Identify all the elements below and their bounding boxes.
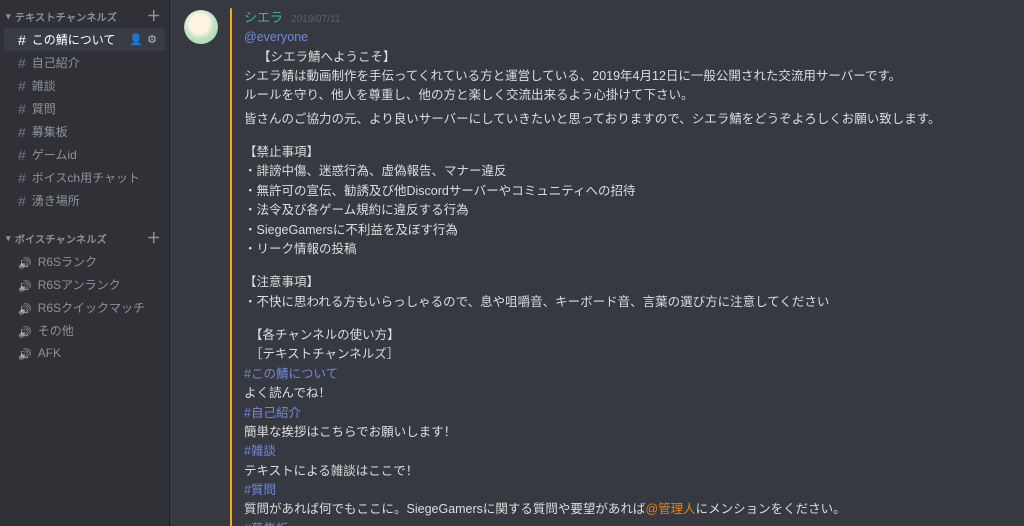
- usage-title: 【各チャンネルの使い方】: [244, 326, 1008, 345]
- chevron-down-icon: ▾: [6, 233, 11, 244]
- chevron-down-icon: ▾: [6, 11, 11, 22]
- text-channel-konosaba[interactable]: # この鯖について 👤 ⚙: [4, 28, 165, 51]
- speaker-icon: [18, 300, 32, 316]
- channel-label: R6Sランク: [38, 253, 97, 270]
- channel-desc: 簡単な挨拶はこちらでお願いします！: [244, 423, 1008, 442]
- note-item: ・不快に思われる方もいらっしゃるので、息や咀嚼音、キーボード音、言葉の選び方に注…: [244, 293, 1008, 312]
- welcome-line: 皆さんのご協力の元、より良いサーバーにしていきたいと思っておりますので、シエラ鯖…: [244, 110, 1008, 129]
- message-timestamp: 2019/07/11: [291, 12, 340, 28]
- channel-label: 雑談: [32, 77, 56, 94]
- usage-subtitle: ［テキストチャンネルズ］: [244, 345, 1008, 364]
- voice-channel-r6s-quick[interactable]: R6Sクイックマッチ: [4, 296, 165, 319]
- channel-label: 湧き場所: [32, 192, 80, 209]
- channel-label: ゲームid: [32, 146, 77, 163]
- text-channel-boshuuban[interactable]: # 募集板: [4, 120, 165, 143]
- message-area: シエラ 2019/07/11 @everyone 【シエラ鯖へようこそ】 シエラ…: [170, 0, 1024, 526]
- channel-link[interactable]: #雑談: [244, 444, 276, 458]
- channel-link[interactable]: #自己紹介: [244, 406, 301, 420]
- channel-sidebar: ▾ テキストチャンネルズ ＋ # この鯖について 👤 ⚙ # 自己紹介 # 雑談…: [0, 0, 170, 526]
- hash-icon: #: [18, 101, 26, 117]
- speaker-icon: [18, 254, 32, 270]
- text-channel-voicechat-text[interactable]: # ボイスch用チャット: [4, 166, 165, 189]
- ban-item: ・誹謗中傷、迷惑行為、虚偽報告、マナー違反: [244, 162, 1008, 181]
- text-channel-wakibasho[interactable]: # 湧き場所: [4, 189, 165, 212]
- category-text-header[interactable]: ▾ テキストチャンネルズ ＋: [0, 0, 169, 28]
- invite-icon[interactable]: 👤: [129, 33, 143, 46]
- hash-icon: #: [18, 55, 26, 71]
- welcome-line: シエラ鯖は動画制作を手伝ってくれている方と運営している、2019年4月12日に一…: [244, 67, 1008, 86]
- channel-label: ボイスch用チャット: [32, 169, 140, 186]
- hash-icon: #: [18, 170, 26, 186]
- text-channel-shitsumon[interactable]: # 質問: [4, 97, 165, 120]
- message-accent-border: [230, 8, 232, 526]
- ban-title: 【禁止事項】: [244, 143, 1008, 162]
- ban-item: ・法令及び各ゲーム規約に違反する行為: [244, 201, 1008, 220]
- hash-icon: #: [18, 32, 26, 48]
- mention-everyone[interactable]: @everyone: [244, 30, 308, 44]
- hash-icon: #: [18, 124, 26, 140]
- speaker-icon: [18, 323, 32, 339]
- category-voice-label: ボイスチャンネルズ: [15, 231, 107, 246]
- channel-label: 自己紹介: [32, 54, 80, 71]
- channel-desc: 質問があれば何でもここに。SiegeGamersに関する質問や要望があれば@管理…: [244, 500, 1008, 519]
- hash-icon: #: [18, 78, 26, 94]
- add-channel-icon[interactable]: ＋: [147, 6, 161, 26]
- voice-channel-afk[interactable]: AFK: [4, 342, 165, 364]
- welcome-title: 【シエラ鯖へようこそ】: [244, 48, 1008, 67]
- avatar[interactable]: [184, 10, 218, 44]
- category-text-label: テキストチャンネルズ: [15, 9, 117, 24]
- hash-icon: #: [18, 193, 26, 209]
- channel-label: その他: [38, 322, 74, 339]
- message: シエラ 2019/07/11 @everyone 【シエラ鯖へようこそ】 シエラ…: [184, 8, 1008, 526]
- voice-channel-r6s-unrank[interactable]: R6Sアンランク: [4, 273, 165, 296]
- ban-item: ・SiegeGamersに不利益を及ぼす行為: [244, 221, 1008, 240]
- channel-link[interactable]: #質問: [244, 483, 276, 497]
- welcome-line: ルールを守り、他人を尊重し、他の方と楽しく交流出来るよう心掛けて下さい。: [244, 86, 1008, 105]
- voice-channel-r6s-rank[interactable]: R6Sランク: [4, 250, 165, 273]
- channel-label: R6Sアンランク: [38, 276, 121, 293]
- voice-channel-sonota[interactable]: その他: [4, 319, 165, 342]
- channel-desc: よく読んでね！: [244, 384, 1008, 403]
- channel-link[interactable]: #この鯖について: [244, 367, 338, 381]
- text-channel-jikoshoukai[interactable]: # 自己紹介: [4, 51, 165, 74]
- channel-link[interactable]: #募集板: [244, 522, 288, 526]
- text-channel-gameid[interactable]: # ゲームid: [4, 143, 165, 166]
- speaker-icon: [18, 345, 32, 361]
- category-voice-header[interactable]: ▾ ボイスチャンネルズ ＋: [0, 222, 169, 250]
- author-name[interactable]: シエラ: [244, 8, 283, 28]
- channel-label: 募集板: [32, 123, 68, 140]
- channel-label: 質問: [32, 100, 56, 117]
- ban-item: ・リーク情報の投稿: [244, 240, 1008, 259]
- hash-icon: #: [18, 147, 26, 163]
- text-channel-zatsudan[interactable]: # 雑談: [4, 74, 165, 97]
- channel-label: AFK: [38, 346, 61, 360]
- channel-label: この鯖について: [32, 31, 116, 48]
- gear-icon[interactable]: ⚙: [147, 33, 157, 46]
- add-channel-icon[interactable]: ＋: [147, 228, 161, 248]
- mention-role[interactable]: @管理人: [645, 502, 695, 516]
- ban-item: ・無許可の宣伝、勧誘及び他Discordサーバーやコミュニティへの招待: [244, 182, 1008, 201]
- channel-desc: テキストによる雑談はここで！: [244, 462, 1008, 481]
- channel-label: R6Sクイックマッチ: [38, 299, 145, 316]
- note-title: 【注意事項】: [244, 273, 1008, 292]
- speaker-icon: [18, 277, 32, 293]
